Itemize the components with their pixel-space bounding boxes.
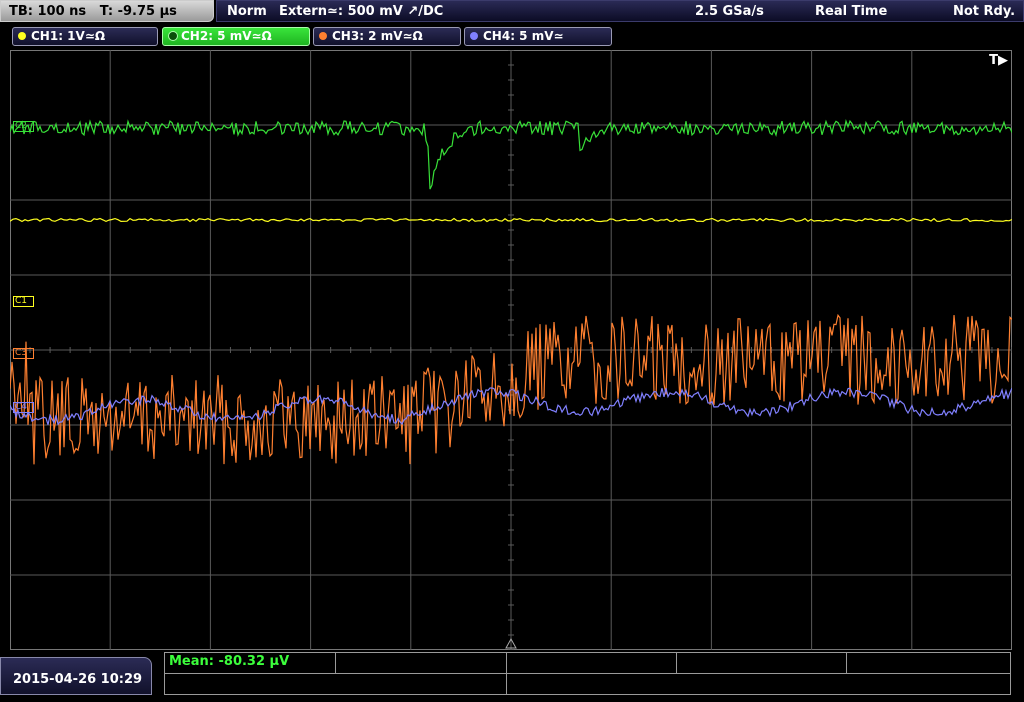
run-status: Not Rdy. (953, 4, 1016, 19)
datetime-panel: 2015-04-26 10:29 (0, 657, 152, 695)
measurement-table[interactable]: Mean: -80.32 µV (164, 652, 1011, 695)
trigger-source: Extern≃: 500 mV ↗/DC (279, 4, 444, 19)
datetime: 2015-04-26 10:29 (13, 672, 143, 687)
acquisition-mode: Real Time (815, 4, 888, 19)
channel-2-label: CH2: 5 mV≃Ω (181, 29, 272, 43)
acquisition-panel[interactable]: Norm Extern≃: 500 mV ↗/DC 2.5 GSa/s Real… (216, 0, 1024, 22)
channel-4-color-dot (470, 32, 478, 40)
trigger-time-value: T: -9.75 µs (99, 4, 177, 19)
channel-2-offset-marker[interactable]: C2 (13, 121, 35, 132)
channel-3-button[interactable]: CH3: 2 mV≃Ω (313, 27, 461, 46)
channel-1-offset-marker[interactable]: C1 (13, 296, 35, 307)
channel-3-color-dot (319, 32, 327, 40)
waveform-canvas[interactable] (10, 50, 1012, 650)
measurement-cell-2 (335, 653, 507, 673)
channel-3-offset-marker[interactable]: C3 (13, 348, 35, 359)
trigger-position-marker[interactable]: T▶ (989, 53, 1008, 68)
waveform-display[interactable]: T▶ C1 C3 C4 C2 (10, 50, 1012, 650)
channel-2-button[interactable]: CH2: 5 mV≃Ω (162, 27, 310, 46)
channel-1-button[interactable]: CH1: 1V≃Ω (12, 27, 158, 46)
measurement-row-divider (165, 673, 1010, 674)
mean-measurement: Mean: -80.32 µV (169, 654, 290, 669)
timebase-panel[interactable]: TB: 100 ns T: -9.75 µs (0, 0, 214, 22)
channel-2-color-dot (168, 31, 178, 41)
status-bar: TB: 100 ns T: -9.75 µs Norm Extern≃: 500… (0, 0, 1024, 24)
timebase-value: TB: 100 ns (9, 4, 87, 19)
channel-1-label: CH1: 1V≃Ω (31, 29, 106, 43)
channel-1-color-dot (18, 32, 26, 40)
measurement-cell-4 (676, 653, 847, 673)
channel-bar: CH1: 1V≃Ω CH2: 5 mV≃Ω CH3: 2 mV≃Ω CH4: 5… (0, 25, 1024, 49)
channel-4-offset-marker[interactable]: C4 (13, 402, 35, 413)
channel-4-button[interactable]: CH4: 5 mV≃ (464, 27, 612, 46)
channel-4-label: CH4: 5 mV≃ (483, 29, 564, 43)
sample-rate: 2.5 GSa/s (695, 4, 764, 19)
trigger-mode: Norm (227, 4, 267, 19)
measurement-cell-3 (506, 653, 677, 673)
channel-3-label: CH3: 2 mV≃Ω (332, 29, 423, 43)
